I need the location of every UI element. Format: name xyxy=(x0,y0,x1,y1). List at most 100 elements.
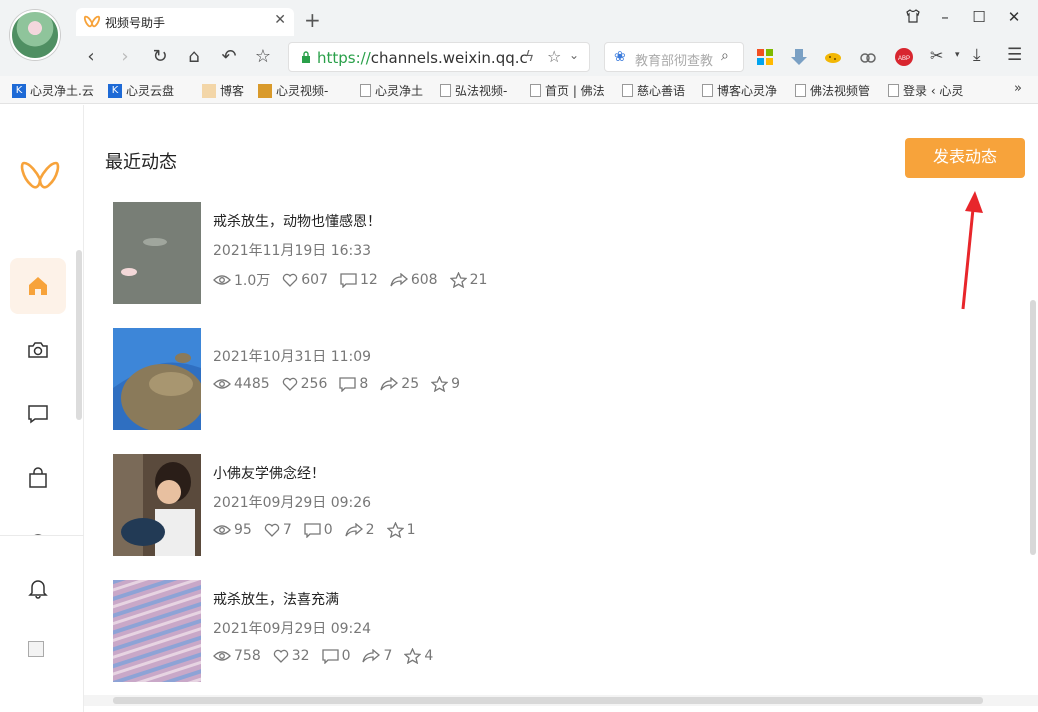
bookmarks-bar: K 心灵净土.云 K 心灵云盘 博客 心灵视频- 心灵净土 弘法视频- 首页 |… xyxy=(0,76,1038,104)
skin-icon[interactable] xyxy=(902,8,924,30)
browser-tab[interactable]: 视频号助手 ✕ xyxy=(76,8,294,36)
sidebar-divider xyxy=(0,535,84,536)
shares-count: 7 xyxy=(383,648,393,664)
comment-icon xyxy=(321,648,339,664)
comments-count: 12 xyxy=(360,272,378,288)
bookmark-item[interactable]: 心灵净土 xyxy=(360,82,423,99)
menu-icon[interactable]: ☰ xyxy=(1007,45,1022,65)
undo-close-icon[interactable]: ↶ xyxy=(216,44,242,70)
bookmark-item[interactable]: 登录 ‹ 心灵 xyxy=(888,82,963,99)
home-icon xyxy=(29,277,47,295)
tab-close-icon[interactable]: ✕ xyxy=(274,12,286,28)
cloud-sync-icon[interactable] xyxy=(858,47,878,67)
bookmark-item[interactable]: 博客心灵净 xyxy=(702,82,777,99)
bookmarks-more-icon[interactable]: » xyxy=(1014,81,1022,96)
favorites-stat: 1 xyxy=(386,522,416,538)
comment-icon xyxy=(304,522,321,538)
bookmark-star-icon[interactable]: ☆ xyxy=(547,47,561,66)
post-stats: 95 7 0 2 1 xyxy=(213,522,428,538)
comment-icon xyxy=(340,272,357,288)
home-page-icon[interactable]: ⌂ xyxy=(181,44,207,70)
bookmark-item[interactable]: 首页 | 佛法 xyxy=(530,82,605,99)
sidebar-item-partial[interactable] xyxy=(10,515,66,535)
shopping-bag-icon xyxy=(29,467,47,488)
favorite-star-icon[interactable]: ☆ xyxy=(250,44,276,70)
blog-icon xyxy=(202,83,216,98)
comments-count: 8 xyxy=(359,376,369,392)
scissors-dropdown-icon[interactable]: ▾ xyxy=(955,50,960,60)
chevron-down-icon[interactable]: ⌄ xyxy=(569,48,579,62)
bookmark-item[interactable]: K 心灵云盘 xyxy=(108,82,174,99)
minimize-icon[interactable]: – xyxy=(934,8,956,30)
star-icon xyxy=(404,648,422,664)
post-thumbnail[interactable] xyxy=(113,202,201,304)
main-panel: 最近动态 发表动态 戒杀放生，动物也懂感恩！ 2021年11月19日 16:33… xyxy=(84,105,1038,712)
favorites-count: 21 xyxy=(469,272,488,288)
maximize-icon[interactable]: ☐ xyxy=(968,8,990,30)
publish-post-button[interactable]: 发表动态 xyxy=(905,138,1025,178)
post-date: 2021年11月19日 16:33 xyxy=(213,243,372,259)
scissors-icon[interactable]: ✂ xyxy=(930,46,943,65)
browser-toolbar: ‹ › ↻ ⌂ ↶ ☆ https://channels.weixin.qq.c… xyxy=(0,40,1038,76)
main-vertical-scrollbar[interactable] xyxy=(1030,300,1036,555)
sidebar-item-notifications[interactable] xyxy=(10,560,66,616)
new-tab-icon[interactable]: + xyxy=(304,8,321,32)
bookmark-label: 心灵净土.云 xyxy=(30,84,94,98)
post-item[interactable]: 戒杀放生，动物也懂感恩！ 2021年11月19日 16:33 1.0万 607 … xyxy=(113,202,913,304)
forward-icon[interactable]: › xyxy=(112,44,138,70)
browser-titlebar: 视频号助手 ✕ + – ☐ ✕ ‹ › ↻ ⌂ ↶ ☆ https://chan… xyxy=(0,0,1038,76)
page-icon xyxy=(530,84,541,97)
k-logo-icon: K xyxy=(12,83,26,98)
horizontal-scrollbar[interactable] xyxy=(113,697,983,704)
post-title: 戒杀放生，动物也懂感恩！ xyxy=(213,214,381,230)
bookmark-item[interactable]: 佛法视频管 xyxy=(795,82,870,99)
page-icon xyxy=(888,84,899,97)
search-text: 教育部彻查教 xyxy=(635,54,714,69)
post-thumbnail[interactable] xyxy=(113,328,201,430)
download-arrow-icon[interactable] xyxy=(789,47,809,67)
bookmark-item[interactable]: 弘法视频- xyxy=(440,82,507,99)
post-thumbnail[interactable] xyxy=(113,580,201,682)
shares-stat: 2 xyxy=(345,522,375,538)
favorites-count: 9 xyxy=(451,376,461,392)
adblock-icon[interactable]: ABP xyxy=(894,47,914,67)
channels-logo-icon xyxy=(83,15,101,28)
bookmark-item[interactable]: 慈心善语 xyxy=(622,82,685,99)
post-item[interactable]: 戒杀放生，法喜充满 2021年09月29日 09:24 758 32 0 7 4 xyxy=(113,580,913,682)
windows-apps-icon[interactable] xyxy=(755,47,775,67)
post-item[interactable]: 小佛友学佛念经！ 2021年09月29日 09:26 95 7 0 2 1 xyxy=(113,454,913,556)
lightning-icon[interactable]: ϟ xyxy=(525,49,534,65)
likes-stat: 32 xyxy=(273,648,310,664)
sidebar-scrollbar[interactable] xyxy=(76,250,82,420)
address-bar[interactable]: https://channels.weixin.qq.co ϟ ☆ ⌄ xyxy=(288,42,590,72)
account-avatar-image[interactable] xyxy=(28,641,44,657)
channels-brand-logo[interactable] xyxy=(20,157,60,197)
bookmark-label: 博客 xyxy=(220,84,245,98)
likes-count: 7 xyxy=(282,522,292,538)
reload-icon[interactable]: ↻ xyxy=(147,44,173,70)
bookmark-item[interactable]: 博客 xyxy=(202,82,244,99)
sidebar-item-shop[interactable] xyxy=(10,450,66,506)
post-date: 2021年09月29日 09:26 xyxy=(213,495,372,511)
share-icon xyxy=(362,649,381,663)
bookmark-item[interactable]: K 心灵净土.云 xyxy=(12,82,94,99)
leopard-icon[interactable] xyxy=(823,47,843,67)
downloads-icon[interactable]: ⤓ xyxy=(973,45,981,65)
close-window-icon[interactable]: ✕ xyxy=(1003,8,1025,30)
search-icon[interactable]: ⌕ xyxy=(721,48,729,64)
star-icon xyxy=(449,272,467,288)
sidebar-item-comments[interactable] xyxy=(10,386,66,442)
post-item[interactable]: 2021年10月31日 11:09 4485 256 8 25 9 xyxy=(113,328,913,430)
bookmark-item[interactable]: 心灵视频- xyxy=(258,82,328,99)
bookmark-label: 佛法视频管 xyxy=(810,84,871,98)
bookmark-label: 弘法视频- xyxy=(455,84,508,98)
bell-icon xyxy=(28,580,48,599)
views-stat: 1.0万 xyxy=(213,270,270,290)
views-count: 4485 xyxy=(234,376,270,392)
sidebar xyxy=(0,105,84,712)
sidebar-item-home[interactable] xyxy=(10,258,66,314)
post-thumbnail[interactable] xyxy=(113,454,201,556)
sidebar-item-camera[interactable] xyxy=(10,322,66,378)
back-icon[interactable]: ‹ xyxy=(78,44,104,70)
search-box[interactable]: ❀ 教育部彻查教 ⌕ xyxy=(604,42,744,72)
